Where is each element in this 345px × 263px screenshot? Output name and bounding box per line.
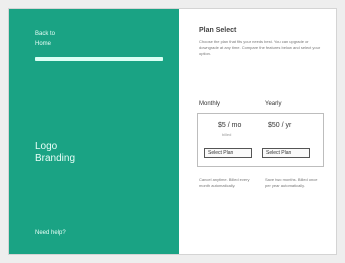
logo: Logo Branding xyxy=(35,141,75,165)
monthly-price-note: billed xyxy=(222,132,232,137)
select-monthly-button[interactable]: Select Plan xyxy=(204,148,252,158)
onboarding-window: Back to Home Logo Branding Need help? Pl… xyxy=(8,8,337,255)
column-header-monthly: Monthly xyxy=(199,101,221,107)
back-link[interactable]: Back to xyxy=(35,31,55,37)
help-link[interactable]: Need help? xyxy=(35,230,66,236)
column-header-yearly: Yearly xyxy=(265,101,282,107)
logo-line-1: Logo xyxy=(35,141,58,152)
page-description: Choose the plan that fits your needs bes… xyxy=(199,39,321,56)
plan-options-box: $5 / mo billed $50 / yr Select Plan Sele… xyxy=(197,113,324,167)
brand-panel: Back to Home Logo Branding Need help? xyxy=(9,9,179,254)
logo-line-2: Branding xyxy=(35,153,76,164)
progress-bar xyxy=(35,57,163,61)
yearly-price: $50 / yr xyxy=(268,122,292,129)
select-yearly-button[interactable]: Select Plan xyxy=(262,148,310,158)
monthly-note: Cancel anytime. Billed every month autom… xyxy=(199,177,250,188)
content-panel: Plan Select Choose the plan that fits yo… xyxy=(179,9,336,254)
yearly-note: Save two months. Billed once per year au… xyxy=(265,177,318,188)
progress-fill xyxy=(35,57,163,61)
monthly-price: $5 / mo xyxy=(218,122,242,129)
home-link[interactable]: Home xyxy=(35,41,51,47)
page-title: Plan Select xyxy=(199,27,237,34)
